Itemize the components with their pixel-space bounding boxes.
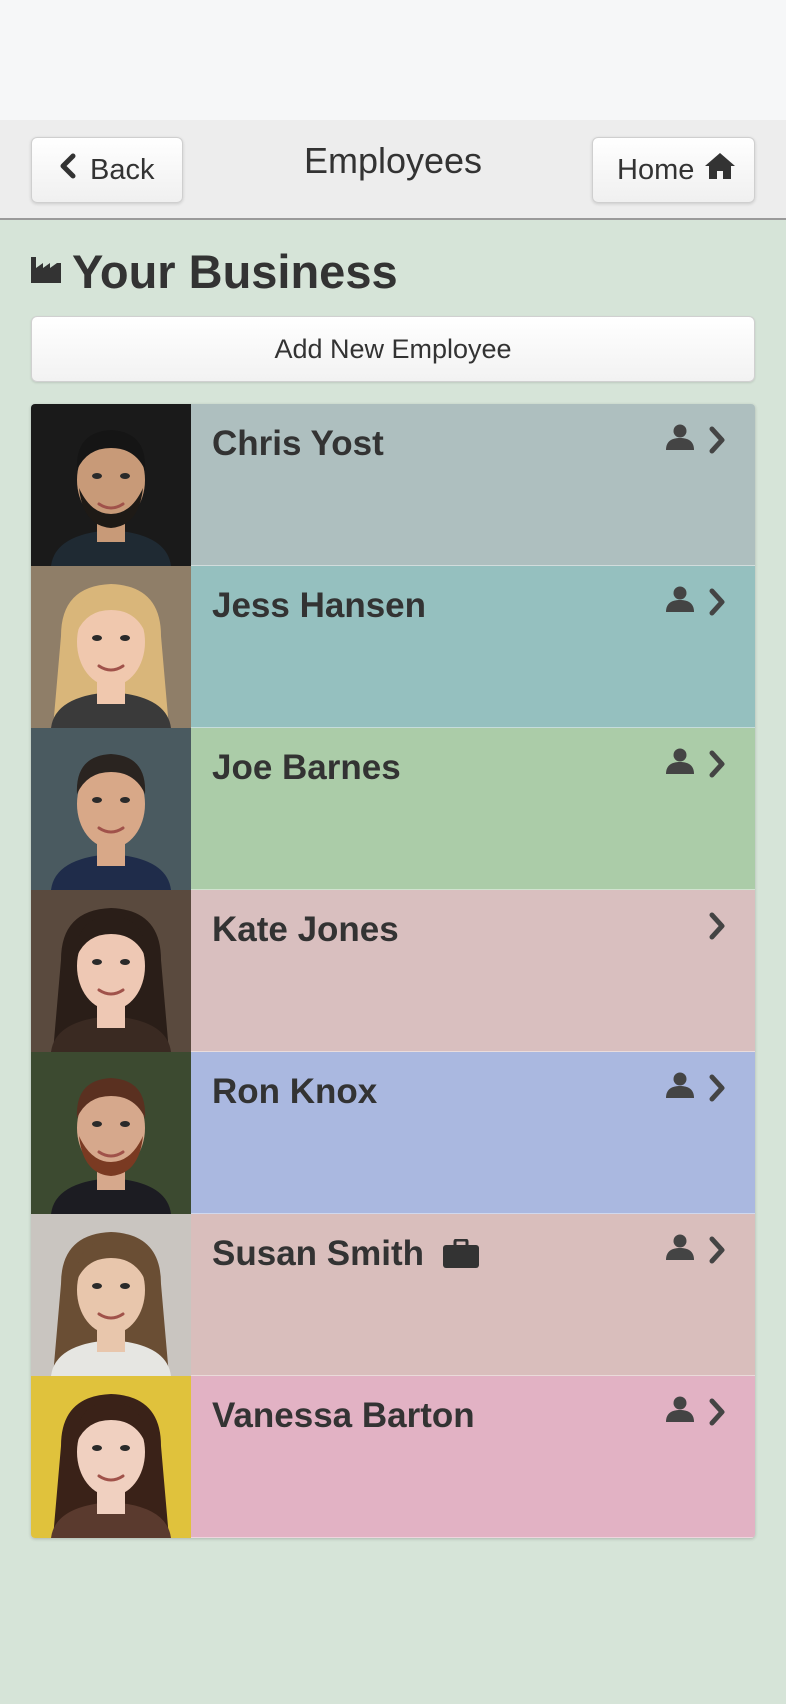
factory-icon	[30, 254, 62, 289]
employee-name: Joe Barnes	[212, 748, 401, 787]
employee-photo	[31, 1052, 191, 1214]
chevron-right-icon	[708, 1236, 726, 1269]
add-new-employee-button[interactable]: Add New Employee	[31, 316, 755, 382]
employee-row[interactable]: Susan Smith	[31, 1214, 755, 1376]
employee-name: Vanessa Barton	[212, 1396, 475, 1435]
employee-name-container: Vanessa Barton	[212, 1396, 475, 1436]
home-icon	[704, 151, 736, 189]
chevron-right-icon	[708, 1074, 726, 1107]
person-icon	[665, 1072, 695, 1103]
employee-name: Chris Yost	[212, 424, 384, 463]
employee-photo	[31, 1376, 191, 1538]
status-bar	[0, 0, 786, 120]
employee-row[interactable]: Joe Barnes	[31, 728, 755, 890]
employee-name: Susan Smith	[212, 1234, 424, 1273]
chevron-right-icon	[708, 750, 726, 783]
employee-list: Chris Yost Jess Hansen Joe Barnes Kate Jone…	[31, 404, 755, 1538]
person-icon	[665, 1234, 695, 1265]
employee-row[interactable]: Kate Jones	[31, 890, 755, 1052]
person-icon	[665, 1396, 695, 1427]
employee-name-container: Susan Smith	[212, 1234, 480, 1274]
person-icon	[665, 748, 695, 779]
employee-photo	[31, 404, 191, 566]
add-new-employee-label: Add New Employee	[274, 333, 512, 364]
employee-row[interactable]: Ron Knox	[31, 1052, 755, 1214]
chevron-right-icon	[708, 1398, 726, 1431]
employee-name: Ron Knox	[212, 1072, 378, 1111]
employee-photo	[31, 1214, 191, 1376]
employee-row[interactable]: Vanessa Barton	[31, 1376, 755, 1538]
employee-photo	[31, 890, 191, 1052]
briefcase-icon	[442, 1239, 480, 1269]
employee-name: Jess Hansen	[212, 586, 427, 625]
person-icon	[665, 424, 695, 455]
chevron-right-icon	[708, 912, 726, 945]
person-icon	[665, 586, 695, 617]
home-button[interactable]: Home	[592, 137, 755, 203]
employee-name-container: Chris Yost	[212, 424, 384, 464]
employee-name-container: Jess Hansen	[212, 586, 426, 626]
chevron-right-icon	[708, 588, 726, 621]
business-title: Your Business	[72, 245, 398, 298]
employee-photo	[31, 728, 191, 890]
navigation-header: Back Employees Home	[0, 120, 786, 220]
employee-name: Kate Jones	[212, 910, 399, 949]
employee-row[interactable]: Jess Hansen	[31, 566, 755, 728]
employee-name-container: Kate Jones	[212, 910, 399, 950]
chevron-right-icon	[708, 426, 726, 459]
employee-name-container: Ron Knox	[212, 1072, 377, 1112]
employee-row[interactable]: Chris Yost	[31, 404, 755, 566]
business-heading: Your Business	[30, 244, 398, 299]
employee-photo	[31, 566, 191, 728]
home-button-label: Home	[617, 153, 695, 186]
employee-name-container: Joe Barnes	[212, 748, 401, 788]
